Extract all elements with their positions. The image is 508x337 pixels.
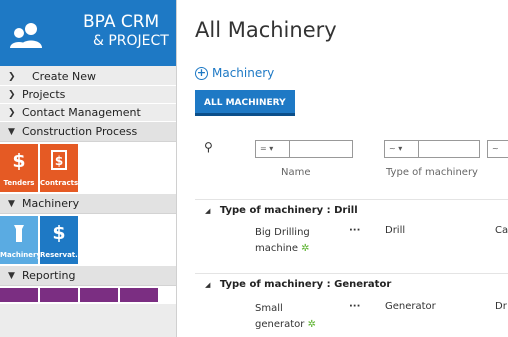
sidebar-section-machinery[interactable]: ▼ Machinery bbox=[0, 194, 176, 214]
asterisk-icon: ✲ bbox=[301, 243, 310, 254]
tab-bar: ALL MACHINERY bbox=[195, 90, 508, 116]
column-header-type[interactable]: Type of machinery bbox=[386, 167, 478, 178]
app-window: BPA CRM & PROJECT ❯ Create New ❯ Project… bbox=[0, 0, 508, 337]
section-label: Reporting bbox=[22, 268, 76, 282]
row-name-cell[interactable]: Small generator ✲ bbox=[255, 301, 330, 333]
row-extra-cell: Dr bbox=[495, 301, 507, 312]
name-line-1: Big Drilling bbox=[255, 227, 310, 238]
type-filter[interactable]: ~ ▾ bbox=[384, 140, 480, 158]
tile-label: Contracts bbox=[40, 179, 79, 187]
section-label: Machinery bbox=[22, 196, 80, 210]
machine-icon bbox=[0, 222, 38, 247]
sidebar-item-label: Projects bbox=[22, 87, 66, 101]
group-title: Type of machinery : Generator bbox=[219, 279, 392, 290]
chevron-right-icon: ❯ bbox=[8, 71, 16, 82]
row-extra-cell: Ca bbox=[495, 225, 508, 236]
sidebar-item-contact-management[interactable]: ❯ Contact Management bbox=[0, 104, 176, 122]
tile-report-2[interactable] bbox=[40, 288, 78, 302]
filter-operator-select[interactable]: ~ ▾ bbox=[389, 141, 402, 157]
section-label: Construction Process bbox=[22, 124, 138, 138]
name-filter[interactable]: = ▾ bbox=[255, 140, 353, 158]
filter-operator-select[interactable]: = ▾ bbox=[260, 141, 273, 157]
dollar-icon: $ bbox=[12, 150, 26, 172]
sidebar-item-projects[interactable]: ❯ Projects bbox=[0, 86, 176, 104]
chevron-right-icon: ❯ bbox=[8, 89, 16, 100]
more-options-button[interactable]: ··· bbox=[349, 301, 360, 312]
tile-report-4[interactable] bbox=[120, 288, 158, 302]
people-logo-icon bbox=[10, 23, 42, 48]
chevron-down-icon: ▼ bbox=[8, 270, 15, 281]
brand-header[interactable]: BPA CRM & PROJECT bbox=[0, 0, 176, 66]
tile-label: Machinery bbox=[0, 251, 41, 259]
sidebar-section-reporting[interactable]: ▼ Reporting bbox=[0, 266, 176, 286]
contract-icon: $ bbox=[40, 150, 78, 175]
name-line-2: machine bbox=[255, 243, 298, 254]
group-header-drill[interactable]: ◢ Type of machinery : Drill bbox=[195, 199, 508, 223]
tab-all-machinery[interactable]: ALL MACHINERY bbox=[195, 90, 295, 116]
page-title: All Machinery bbox=[195, 18, 337, 42]
brand-subtitle: & PROJECT bbox=[93, 33, 169, 49]
sidebar-item-label: Create New bbox=[32, 69, 97, 83]
search-icon[interactable]: ⚲ bbox=[204, 140, 213, 154]
tile-machinery[interactable]: Machinery bbox=[0, 216, 41, 264]
table-row[interactable]: Small generator ✲ ··· Generator Dr bbox=[195, 301, 508, 335]
tile-group-machinery: Machinery $ Reservat... bbox=[0, 214, 176, 266]
column-header-name[interactable]: Name bbox=[281, 167, 311, 178]
more-options-button[interactable]: ··· bbox=[349, 225, 360, 236]
machinery-grid: ⚲ = ▾ ~ ▾ ~ Name Type of machinery ◢ Typ… bbox=[195, 117, 508, 337]
collapse-triangle-icon: ◢ bbox=[205, 281, 211, 289]
chevron-down-icon: ▼ bbox=[8, 198, 15, 209]
add-machinery-label: Machinery bbox=[212, 66, 275, 80]
row-name-cell[interactable]: Big Drilling machine ✲ bbox=[255, 225, 330, 257]
tile-group-reporting bbox=[0, 286, 176, 304]
tile-report-1[interactable] bbox=[0, 288, 38, 302]
extra-filter[interactable]: ~ bbox=[487, 140, 508, 158]
sidebar-item-create-new[interactable]: ❯ Create New bbox=[0, 68, 176, 86]
add-machinery-link[interactable]: + Machinery bbox=[195, 66, 274, 80]
main-content: All Machinery + Machinery ALL MACHINERY … bbox=[178, 0, 508, 337]
chevron-down-icon: ▼ bbox=[8, 126, 15, 137]
table-row[interactable]: Big Drilling machine ✲ ··· Drill Ca bbox=[195, 225, 508, 259]
plus-circle-icon: + bbox=[195, 65, 208, 80]
collapse-triangle-icon: ◢ bbox=[205, 207, 211, 215]
tile-group-construction: $ Tenders $ Contracts bbox=[0, 142, 176, 194]
svg-text:$: $ bbox=[55, 154, 63, 168]
tab-bar-filler bbox=[295, 90, 508, 116]
filter-operator-select[interactable]: ~ bbox=[492, 141, 499, 157]
sidebar: BPA CRM & PROJECT ❯ Create New ❯ Project… bbox=[0, 0, 177, 337]
sidebar-section-construction-process[interactable]: ▼ Construction Process bbox=[0, 122, 176, 142]
tile-contracts[interactable]: $ Contracts bbox=[40, 144, 78, 192]
tile-tenders[interactable]: $ Tenders bbox=[0, 144, 38, 192]
row-type-cell: Drill bbox=[385, 225, 406, 236]
group-title: Type of machinery : Drill bbox=[219, 205, 358, 216]
sidebar-item-label: Contact Management bbox=[22, 105, 141, 119]
name-line-2: generator bbox=[255, 319, 305, 330]
chevron-right-icon: ❯ bbox=[8, 107, 16, 118]
name-line-1: Small bbox=[255, 303, 283, 314]
tile-label: Tenders bbox=[3, 179, 35, 187]
tile-report-3[interactable] bbox=[80, 288, 118, 302]
row-type-cell: Generator bbox=[385, 301, 436, 312]
asterisk-icon: ✲ bbox=[307, 319, 316, 330]
brand-title: BPA CRM bbox=[83, 12, 160, 32]
filter-value-input[interactable] bbox=[418, 141, 479, 157]
tile-reservations[interactable]: $ Reservat... bbox=[40, 216, 84, 264]
group-header-generator[interactable]: ◢ Type of machinery : Generator bbox=[195, 273, 508, 297]
filter-value-input[interactable] bbox=[289, 141, 352, 157]
tile-label: Reservat... bbox=[40, 251, 84, 259]
dollar-icon: $ bbox=[52, 222, 66, 244]
